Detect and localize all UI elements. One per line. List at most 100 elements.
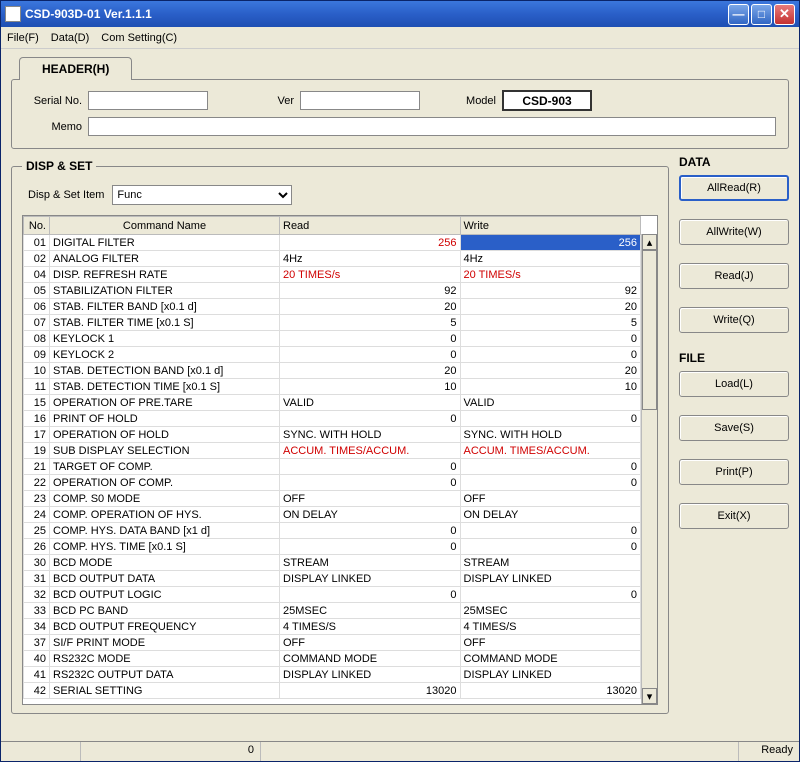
menu-data[interactable]: Data(D) [51,32,90,44]
cell-read[interactable]: 20 [280,299,461,315]
table-row[interactable]: 08KEYLOCK 100 [24,331,641,347]
cell-read[interactable]: 256 [280,235,461,251]
cell-write[interactable]: COMMAND MODE [460,651,641,667]
cell-read[interactable]: 5 [280,315,461,331]
cell-read[interactable]: 92 [280,283,461,299]
table-row[interactable]: 41RS232C OUTPUT DATADISPLAY LINKEDDISPLA… [24,667,641,683]
cell-read[interactable]: 20 [280,363,461,379]
cell-write[interactable]: OFF [460,635,641,651]
table-row[interactable]: 33BCD PC BAND25MSEC25MSEC [24,603,641,619]
table-row[interactable]: 15OPERATION OF PRE.TAREVALIDVALID [24,395,641,411]
cell-write[interactable]: 92 [460,283,641,299]
cell-write[interactable]: 0 [460,523,641,539]
table-scrollbar[interactable]: ▴ ▾ [641,234,657,704]
cell-read[interactable]: 13020 [280,683,461,699]
cell-read[interactable]: DISPLAY LINKED [280,571,461,587]
cell-write[interactable]: 20 [460,363,641,379]
cell-read[interactable]: 0 [280,587,461,603]
cell-read[interactable]: 10 [280,379,461,395]
table-row[interactable]: 07STAB. FILTER TIME [x0.1 S]55 [24,315,641,331]
cell-read[interactable]: 0 [280,347,461,363]
cell-write[interactable]: 0 [460,459,641,475]
cell-write[interactable]: 10 [460,379,641,395]
col-name[interactable]: Command Name [50,217,280,235]
cell-read[interactable]: 0 [280,411,461,427]
minimize-button[interactable]: — [728,4,749,25]
table-row[interactable]: 26COMP. HYS. TIME [x0.1 S]00 [24,539,641,555]
cell-write[interactable]: 13020 [460,683,641,699]
write-button[interactable]: Write(Q) [679,307,789,333]
table-row[interactable]: 10STAB. DETECTION BAND [x0.1 d]2020 [24,363,641,379]
cell-read[interactable]: ACCUM. TIMES/ACCUM. [280,443,461,459]
cell-write[interactable]: ACCUM. TIMES/ACCUM. [460,443,641,459]
cell-write[interactable]: DISPLAY LINKED [460,571,641,587]
table-row[interactable]: 11STAB. DETECTION TIME [x0.1 S]1010 [24,379,641,395]
cell-write[interactable]: 0 [460,331,641,347]
cell-write[interactable]: ON DELAY [460,507,641,523]
table-row[interactable]: 34BCD OUTPUT FREQUENCY4 TIMES/S4 TIMES/S [24,619,641,635]
menu-com-setting[interactable]: Com Setting(C) [101,32,177,44]
table-row[interactable]: 42SERIAL SETTING1302013020 [24,683,641,699]
cell-write[interactable]: 5 [460,315,641,331]
cell-write[interactable]: OFF [460,491,641,507]
table-row[interactable]: 32BCD OUTPUT LOGIC00 [24,587,641,603]
table-row[interactable]: 30BCD MODESTREAMSTREAM [24,555,641,571]
table-row[interactable]: 01DIGITAL FILTER256256 [24,235,641,251]
ver-input[interactable] [300,91,420,110]
cell-write[interactable]: STREAM [460,555,641,571]
cell-write[interactable]: 0 [460,347,641,363]
table-row[interactable]: 22OPERATION OF COMP.00 [24,475,641,491]
scroll-thumb[interactable] [642,250,657,410]
cell-write[interactable]: 4 TIMES/S [460,619,641,635]
cell-read[interactable]: 0 [280,331,461,347]
tab-header[interactable]: HEADER(H) [19,57,132,80]
cell-write[interactable]: 20 [460,299,641,315]
table-row[interactable]: 23COMP. S0 MODEOFFOFF [24,491,641,507]
cell-write[interactable]: VALID [460,395,641,411]
col-read[interactable]: Read [280,217,461,235]
table-row[interactable]: 17OPERATION OF HOLDSYNC. WITH HOLDSYNC. … [24,427,641,443]
allread-button[interactable]: AllRead(R) [679,175,789,201]
cell-read[interactable]: ON DELAY [280,507,461,523]
cell-read[interactable]: DISPLAY LINKED [280,667,461,683]
cell-write[interactable]: 25MSEC [460,603,641,619]
table-row[interactable]: 02ANALOG FILTER4Hz4Hz [24,251,641,267]
cell-write[interactable]: DISPLAY LINKED [460,667,641,683]
allwrite-button[interactable]: AllWrite(W) [679,219,789,245]
cell-read[interactable]: 20 TIMES/s [280,267,461,283]
scroll-down-icon[interactable]: ▾ [642,688,657,704]
table-row[interactable]: 40RS232C MODECOMMAND MODECOMMAND MODE [24,651,641,667]
cell-write[interactable]: 0 [460,411,641,427]
cell-write[interactable]: 0 [460,587,641,603]
table-row[interactable]: 06STAB. FILTER BAND [x0.1 d]2020 [24,299,641,315]
cell-write[interactable]: 20 TIMES/s [460,267,641,283]
cell-read[interactable]: SYNC. WITH HOLD [280,427,461,443]
cell-read[interactable]: OFF [280,491,461,507]
cell-write[interactable]: 4Hz [460,251,641,267]
exit-button[interactable]: Exit(X) [679,503,789,529]
col-no[interactable]: No. [24,217,50,235]
memo-input[interactable] [88,117,776,136]
cell-read[interactable]: 0 [280,539,461,555]
save-button[interactable]: Save(S) [679,415,789,441]
table-row[interactable]: 24COMP. OPERATION OF HYS.ON DELAYON DELA… [24,507,641,523]
dispset-item-select[interactable]: Func [112,185,292,205]
cell-write[interactable]: 0 [460,475,641,491]
table-row[interactable]: 05STABILIZATION FILTER9292 [24,283,641,299]
titlebar[interactable]: CSD-903D-01 Ver.1.1.1 — □ ✕ [1,1,799,27]
table-row[interactable]: 09KEYLOCK 200 [24,347,641,363]
print-button[interactable]: Print(P) [679,459,789,485]
table-row[interactable]: 37SI/F PRINT MODEOFFOFF [24,635,641,651]
read-button[interactable]: Read(J) [679,263,789,289]
maximize-button[interactable]: □ [751,4,772,25]
cell-read[interactable]: COMMAND MODE [280,651,461,667]
cell-write[interactable]: SYNC. WITH HOLD [460,427,641,443]
table-row[interactable]: 16PRINT OF HOLD00 [24,411,641,427]
cell-read[interactable]: 4Hz [280,251,461,267]
col-write[interactable]: Write [460,217,641,235]
close-button[interactable]: ✕ [774,4,795,25]
cell-write[interactable]: 0 [460,539,641,555]
menu-file[interactable]: File(F) [7,32,39,44]
cell-read[interactable]: 0 [280,523,461,539]
table-row[interactable]: 21TARGET OF COMP.00 [24,459,641,475]
